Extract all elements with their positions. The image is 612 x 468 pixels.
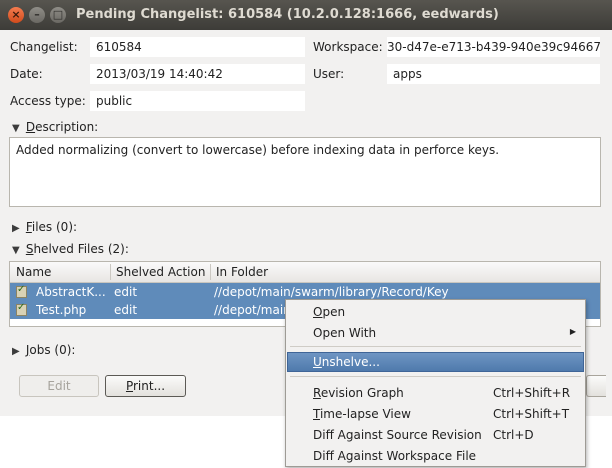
description-label-mnemonic: D: [25, 120, 36, 134]
jobs-expander[interactable]: ▶ Jobs (0):: [12, 343, 75, 357]
files-expander[interactable]: ▶ Files (0):: [12, 220, 77, 234]
shelved-files-expander[interactable]: ▼ Shelved Files (2):: [12, 242, 129, 256]
menu-mnemonic: U: [313, 355, 322, 369]
context-menu: Open Open With ▶ Unshelve... Revision Gr…: [285, 299, 586, 467]
file-name: AbstractK...: [36, 285, 106, 299]
jobs-count: (0):: [54, 343, 76, 357]
collapse-triangle-icon: ▼: [12, 245, 20, 256]
menu-item-revision-graph[interactable]: Revision Graph Ctrl+Shift+R: [287, 383, 584, 403]
column-header-name[interactable]: Name: [16, 265, 51, 279]
date-label: Date:: [10, 67, 43, 81]
expand-triangle-icon: ▶: [12, 223, 20, 234]
menu-item-open-with[interactable]: Open With ▶: [287, 323, 584, 343]
hidden-dialog-button[interactable]: [586, 375, 606, 397]
menu-shortcut: Ctrl+Shift+T: [493, 407, 570, 421]
shelved-action: edit: [114, 303, 138, 317]
column-divider[interactable]: [110, 264, 111, 280]
menu-item-diff-workspace-file[interactable]: Diff Against Workspace File: [287, 446, 584, 466]
menu-item-time-lapse-view[interactable]: Time-lapse View Ctrl+Shift+T: [287, 404, 584, 424]
menu-item-label: ime-lapse View: [319, 407, 411, 421]
close-window-icon[interactable]: ×: [8, 7, 24, 23]
column-header-in-folder[interactable]: In Folder: [216, 265, 268, 279]
description-label: escription:: [35, 120, 99, 134]
shelved-files-count: (2):: [107, 242, 129, 256]
php-file-icon: [16, 302, 27, 316]
shelved-files-label: helved Files: [33, 242, 105, 256]
table-header: Name Shelved Action In Folder: [10, 262, 600, 283]
menu-shortcut: Ctrl+Shift+R: [493, 386, 571, 400]
file-name: Test.php: [36, 303, 87, 317]
collapse-triangle-icon: ▼: [12, 123, 20, 134]
window-title: Pending Changelist: 610584 (10.2.0.128:1…: [76, 7, 499, 22]
edit-button[interactable]: Edit: [19, 375, 99, 397]
menu-mnemonic: R: [313, 386, 321, 400]
user-label: User:: [313, 67, 345, 81]
maximize-window-icon[interactable]: □: [50, 7, 66, 23]
files-label: iles: [31, 220, 53, 234]
menu-separator: [290, 346, 581, 347]
changelist-field[interactable]: 610584: [90, 37, 305, 57]
jobs-label: obs: [29, 343, 51, 357]
expand-triangle-icon: ▶: [12, 346, 20, 357]
menu-item-open[interactable]: Open: [287, 302, 584, 322]
menu-item-label: nshelve...: [321, 355, 380, 369]
shelved-action: edit: [114, 285, 138, 299]
title-bar[interactable]: × – □ Pending Changelist: 610584 (10.2.0…: [0, 0, 612, 30]
print-label: rint...: [133, 379, 166, 393]
menu-separator: [290, 376, 581, 377]
user-field[interactable]: apps: [387, 64, 600, 84]
workspace-label: Workspace:: [313, 40, 383, 54]
access-type-field[interactable]: public: [90, 91, 305, 111]
menu-shortcut: Ctrl+D: [493, 428, 534, 442]
php-file-icon: [16, 284, 27, 298]
column-header-shelved-action[interactable]: Shelved Action: [116, 265, 205, 279]
access-type-label: Access type:: [10, 94, 86, 108]
date-field[interactable]: 2013/03/19 14:40:42: [90, 64, 305, 84]
menu-mnemonic: T: [313, 407, 320, 421]
menu-item-label: Open With: [313, 326, 377, 340]
submenu-arrow-icon: ▶: [569, 327, 576, 336]
menu-item-label: Diff Against Workspace File: [313, 449, 477, 463]
files-count: (0):: [56, 220, 78, 234]
menu-item-diff-source-revision[interactable]: Diff Against Source Revision Ctrl+D: [287, 425, 584, 445]
menu-item-label: evision Graph: [320, 386, 404, 400]
description-expander[interactable]: ▼ Description:: [12, 120, 98, 134]
in-folder: //depot/main/swarm/library/Record/Key: [214, 285, 449, 299]
menu-item-label: Diff Against Source Revision: [313, 428, 482, 442]
workspace-field[interactable]: 30-d47e-e713-b439-940e39c94667: [387, 37, 600, 57]
changelist-label: Changelist:: [10, 40, 78, 54]
print-mnemonic: P: [125, 379, 133, 393]
minimize-window-icon[interactable]: –: [29, 7, 45, 23]
menu-item-label: pen: [322, 305, 346, 319]
print-button[interactable]: Print...: [105, 375, 186, 397]
description-text: Added normalizing (convert to lowercase)…: [16, 143, 500, 157]
description-textarea[interactable]: Added normalizing (convert to lowercase)…: [9, 137, 601, 207]
column-divider[interactable]: [210, 264, 211, 280]
menu-item-unshelve[interactable]: Unshelve...: [287, 352, 584, 372]
